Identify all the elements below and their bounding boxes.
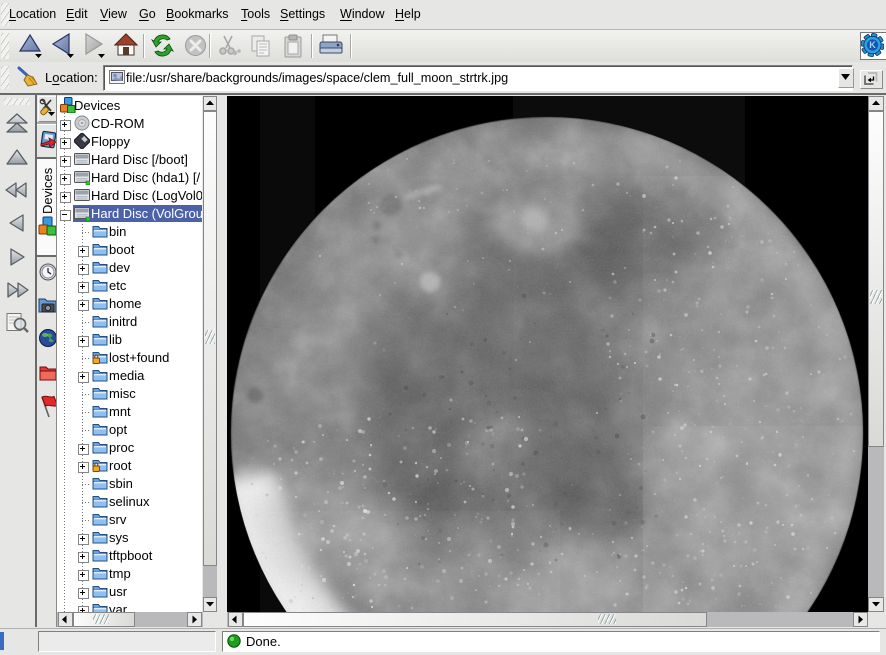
svg-text:K: K bbox=[869, 40, 876, 50]
